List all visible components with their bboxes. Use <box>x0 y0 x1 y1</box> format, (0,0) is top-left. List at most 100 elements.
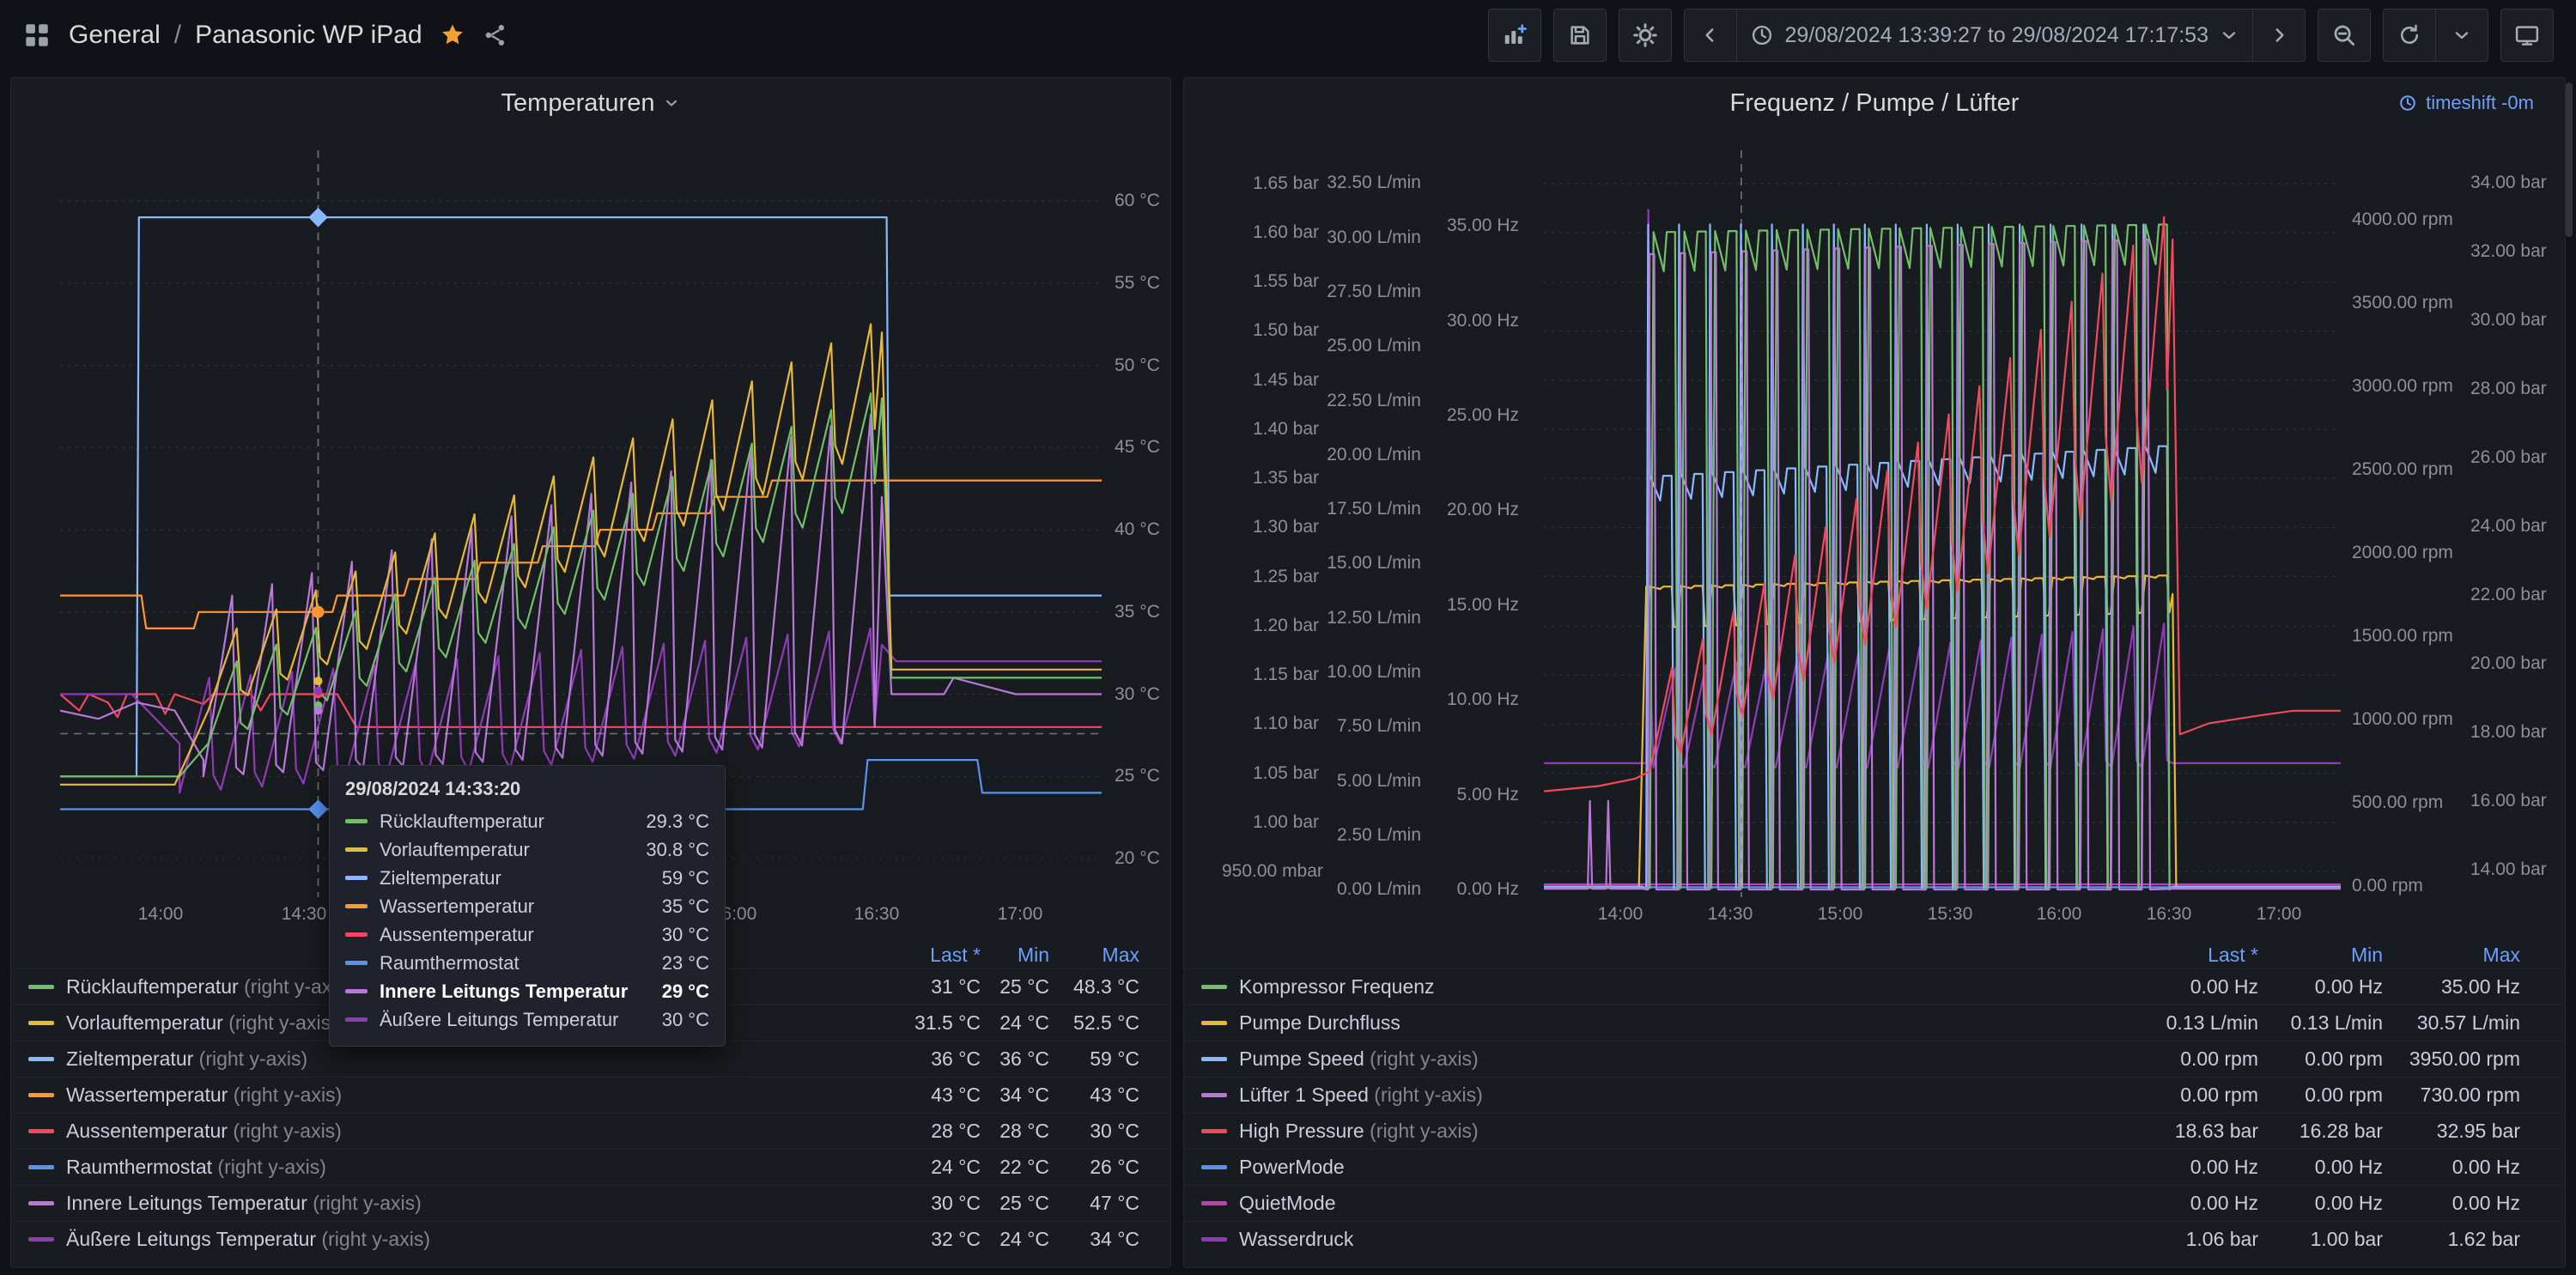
y-axis-rpm: 4000.00 rpm3500.00 rpm3000.00 rpm2500.00… <box>2352 150 2465 897</box>
legend-header-row: Last * Min Max <box>11 941 1170 968</box>
legend-series-label: Pumpe Speed (right y-axis) <box>1239 1047 2104 1071</box>
legend-last-value: 0.13 L/min <box>2104 1011 2258 1035</box>
page-scrollbar[interactable] <box>2566 82 2573 237</box>
legend-max-value: 47 °C <box>1049 1192 1139 1215</box>
legend-row[interactable]: Wasserdruck1.06 bar1.00 bar1.62 bar <box>1184 1221 2565 1257</box>
x-tick-label: 15:30 <box>1907 904 1993 925</box>
y-axis-bar-right: 34.00 bar32.00 bar30.00 bar28.00 bar26.0… <box>2470 150 2568 897</box>
legend-row[interactable]: Lüfter 1 Speed (right y-axis)0.00 rpm0.0… <box>1184 1077 2565 1113</box>
dashboard-settings-gear-icon[interactable] <box>1619 9 1672 62</box>
panel-temperaturen: Temperaturen 60 °C55 °C50 °C45 °C40 °C35… <box>10 77 1171 1268</box>
y-tick-label: 3000.00 rpm <box>2352 375 2465 398</box>
y-tick-label: 40 °C <box>1115 519 1170 541</box>
zoom-out-time-button[interactable] <box>2318 9 2371 62</box>
legend-max-value: 26 °C <box>1049 1156 1139 1179</box>
y-tick-label: 20.00 bar <box>2470 653 2568 675</box>
legend-row[interactable]: Wassertemperatur (right y-axis)43 °C34 °… <box>11 1077 1170 1113</box>
legend-row[interactable]: Pumpe Speed (right y-axis)0.00 rpm0.00 r… <box>1184 1041 2565 1077</box>
legend-series-label: Lüfter 1 Speed (right y-axis) <box>1239 1084 2104 1107</box>
series-color-swatch <box>1201 985 1227 989</box>
series-color-swatch <box>1201 1237 1227 1242</box>
series-color-swatch <box>1201 1057 1227 1061</box>
legend-sort-min[interactable]: Min <box>2258 944 2383 967</box>
legend-row[interactable]: PowerMode0.00 Hz0.00 Hz0.00 Hz <box>1184 1149 2565 1185</box>
refresh-button[interactable] <box>2383 9 2436 62</box>
y-tick-label: 14.00 bar <box>2470 859 2568 881</box>
time-series-chart-temperaturen[interactable]: 60 °C55 °C50 °C45 °C40 °C35 °C30 °C25 °C… <box>11 150 1170 897</box>
kiosk-mode-button[interactable] <box>2500 9 2554 62</box>
y-tick-label: 1.20 bar <box>1222 615 1319 637</box>
refresh-interval-caret-button[interactable] <box>2435 9 2488 62</box>
y-tick-label: 35.00 Hz <box>1430 215 1519 237</box>
series-color-swatch <box>28 1129 54 1133</box>
legend-last-value: 31.5 °C <box>843 1011 981 1035</box>
time-range-back-button[interactable] <box>1684 9 1737 62</box>
legend-sort-last[interactable]: Last * <box>2104 944 2258 967</box>
legend-min-value: 0.00 rpm <box>2258 1047 2383 1071</box>
x-axis-time: 14:0014:3015:0015:3016:0016:3017:00 <box>1184 904 2565 930</box>
x-tick-label: 15:00 <box>1797 904 1883 925</box>
legend-min-value: 24 °C <box>981 1011 1049 1035</box>
legend-last-value: 43 °C <box>843 1084 981 1107</box>
y-tick-label: 17.50 L/min <box>1318 498 1421 520</box>
chart-plot-area[interactable] <box>60 150 1102 897</box>
legend-row[interactable]: Äußere Leitungs Temperatur (right y-axis… <box>11 1221 1170 1257</box>
legend-row[interactable]: Vorlauftemperatur (right y-axis)31.5 °C2… <box>11 1005 1170 1041</box>
dashboard-title[interactable]: Panasonic WP iPad <box>195 21 422 50</box>
x-tick-label: 14:30 <box>1687 904 1773 925</box>
legend-series-label: QuietMode <box>1239 1192 2104 1215</box>
legend-max-value: 30.57 L/min <box>2383 1011 2520 1035</box>
legend-sort-min[interactable]: Min <box>981 944 1049 967</box>
chevron-down-icon <box>2219 25 2239 46</box>
save-dashboard-button[interactable] <box>1553 9 1607 62</box>
y-tick-label: 30.00 L/min <box>1318 227 1421 249</box>
breadcrumb-section-link[interactable]: General <box>69 21 161 50</box>
legend-row[interactable]: High Pressure (right y-axis)18.63 bar16.… <box>1184 1113 2565 1149</box>
legend-row[interactable]: Zieltemperatur (right y-axis)36 °C36 °C5… <box>11 1041 1170 1077</box>
legend-row[interactable]: Kompressor Frequenz0.00 Hz0.00 Hz35.00 H… <box>1184 968 2565 1005</box>
legend-sort-max[interactable]: Max <box>2383 944 2520 967</box>
y-tick-label: 5.00 Hz <box>1430 784 1519 806</box>
time-series-chart-frequenz[interactable]: 1.65 bar1.60 bar1.55 bar1.50 bar1.45 bar… <box>1184 150 2565 897</box>
legend-min-value: 25 °C <box>981 1192 1049 1215</box>
legend-series-label: Innere Leitungs Temperatur (right y-axis… <box>66 1192 843 1215</box>
favorite-star-icon[interactable] <box>440 22 465 48</box>
y-tick-label: 1.45 bar <box>1222 369 1319 392</box>
y-tick-label: 10.00 Hz <box>1430 689 1519 711</box>
legend-last-value: 36 °C <box>843 1047 981 1071</box>
legend-sort-last[interactable]: Last * <box>843 944 981 967</box>
y-tick-label: 22.00 bar <box>2470 584 2568 606</box>
legend-row[interactable]: Raumthermostat (right y-axis)24 °C22 °C2… <box>11 1149 1170 1185</box>
legend-max-value: 59 °C <box>1049 1047 1139 1071</box>
chart-plot-area[interactable] <box>1544 150 2341 897</box>
time-range-label: 29/08/2024 13:39:27 to 29/08/2024 17:17:… <box>1784 23 2208 48</box>
y-tick-label: 25 °C <box>1115 765 1170 787</box>
legend-max-value: 52.5 °C <box>1049 1011 1139 1035</box>
y-tick-label: 1.15 bar <box>1222 664 1319 686</box>
panel-title-temperaturen[interactable]: Temperaturen <box>501 89 681 118</box>
time-range-picker[interactable]: 29/08/2024 13:39:27 to 29/08/2024 17:17:… <box>1736 9 2253 62</box>
panel-title-frequenz[interactable]: Frequenz / Pumpe / Lüfter <box>1730 89 2020 118</box>
legend-sort-max[interactable]: Max <box>1049 944 1139 967</box>
x-tick-label: 14:00 <box>1577 904 1663 925</box>
timeshift-indicator[interactable]: timeshift -0m <box>2398 92 2534 114</box>
y-tick-label: 24.00 bar <box>2470 515 2568 537</box>
time-range-forward-button[interactable] <box>2252 9 2306 62</box>
legend-last-value: 24 °C <box>843 1156 981 1179</box>
add-panel-button[interactable] <box>1488 9 1541 62</box>
legend-row[interactable]: Aussentemperatur (right y-axis)28 °C28 °… <box>11 1113 1170 1149</box>
legend-row[interactable]: Innere Leitungs Temperatur (right y-axis… <box>11 1185 1170 1221</box>
y-tick-label: 32.50 L/min <box>1318 172 1421 194</box>
legend-row[interactable]: Rücklauftemperatur (right y-axis)31 °C25… <box>11 968 1170 1005</box>
legend-last-value: 0.00 Hz <box>2104 975 2258 999</box>
clock-icon <box>1750 23 1774 47</box>
dashboards-grid-icon[interactable] <box>22 21 52 50</box>
legend-max-value: 1.62 bar <box>2383 1228 2520 1251</box>
x-tick-label: 17:00 <box>2236 904 2322 925</box>
legend-series-label: Raumthermostat (right y-axis) <box>66 1156 843 1179</box>
share-icon[interactable] <box>483 22 508 48</box>
series-color-swatch <box>1201 1093 1227 1097</box>
legend-row[interactable]: Pumpe Durchfluss0.13 L/min0.13 L/min30.5… <box>1184 1005 2565 1041</box>
y-tick-label: 20 °C <box>1115 847 1170 870</box>
legend-row[interactable]: QuietMode0.00 Hz0.00 Hz0.00 Hz <box>1184 1185 2565 1221</box>
